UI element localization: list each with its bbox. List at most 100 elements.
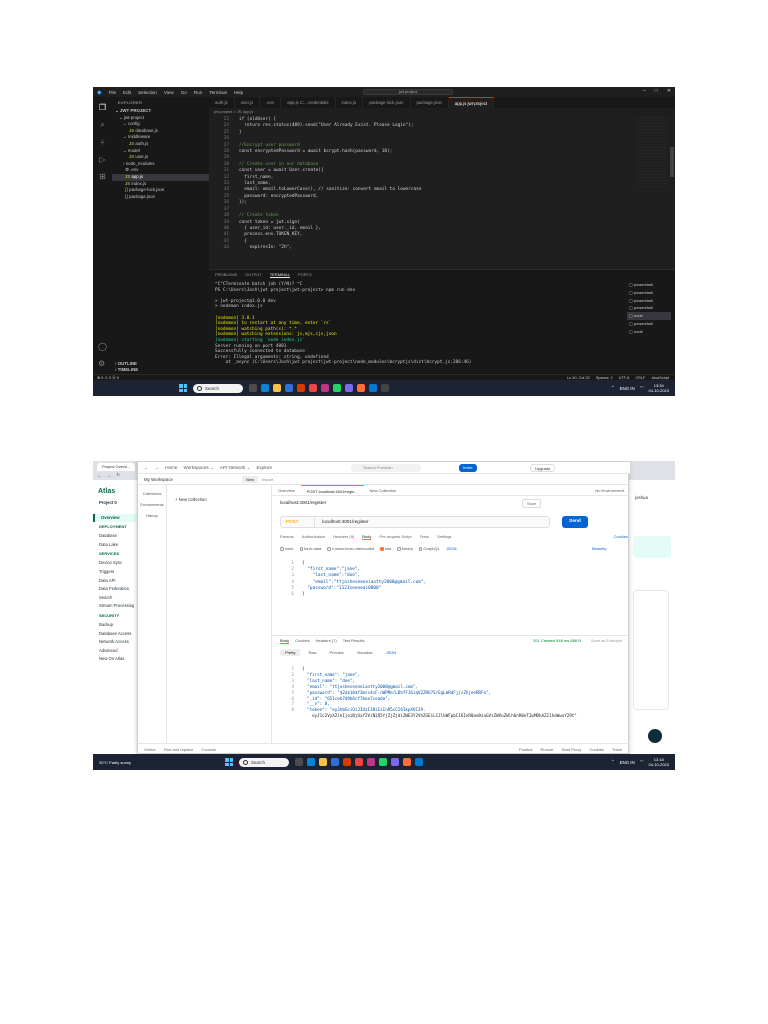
nav-api-network[interactable]: API Network ⌄	[220, 465, 251, 471]
body-none[interactable]: none	[280, 546, 294, 551]
timeline-section[interactable]: › TIMELINE	[112, 367, 209, 374]
menu-selection[interactable]: Selection	[138, 90, 157, 95]
postman-icon[interactable]	[357, 384, 365, 392]
close-icon[interactable]: ✕	[667, 88, 671, 94]
vscode-taskbar-icon[interactable]	[415, 758, 423, 766]
terminal-instance[interactable]: ▢ powershell	[627, 289, 671, 297]
res-tab-body[interactable]: Body	[280, 638, 290, 644]
atlas-nav-item[interactable]: Overview	[93, 513, 142, 523]
opt-authorization[interactable]: Authorization	[302, 534, 325, 540]
maximize-icon[interactable]: □	[655, 88, 658, 94]
tab-index[interactable]: index.js	[336, 97, 364, 108]
account-icon[interactable]: ◯	[98, 342, 107, 351]
tab-terminal[interactable]: TERMINAL	[269, 272, 290, 278]
command-center[interactable]: jwt project	[363, 89, 453, 95]
res-tab-headers[interactable]: Headers (7)	[316, 638, 337, 643]
terminal-instance[interactable]: ▢ powershell	[627, 297, 671, 305]
tree-file-database[interactable]: JS database.js	[112, 128, 209, 135]
tab-app-credentials[interactable]: app.js C:...credentials	[281, 97, 336, 108]
footer-start-proxy[interactable]: Start Proxy	[562, 747, 582, 752]
breadcrumb[interactable]: jwt-project > JS app.js	[209, 108, 253, 115]
menu-go[interactable]: Go	[181, 90, 187, 95]
save-button[interactable]: Save	[522, 499, 542, 508]
res-tab-cookies[interactable]: Cookies	[295, 638, 309, 643]
forward-icon[interactable]: →	[107, 473, 112, 478]
body-urlencoded[interactable]: x-www-form-urlencoded	[327, 546, 374, 551]
atlas-nav-item[interactable]: Database	[93, 532, 142, 541]
request-body-editor[interactable]: 1{2 "first_name":"jane", 3 "last_name":"d…	[280, 561, 426, 598]
extensions-icon[interactable]: ⊞	[99, 172, 106, 181]
tray-chevron-icon[interactable]: ⌃	[611, 759, 615, 765]
footer-find-replace[interactable]: Find and replace	[164, 747, 194, 752]
rail-collections[interactable]: Collections	[138, 485, 166, 496]
menu-terminal[interactable]: Terminal	[209, 90, 226, 95]
response-body[interactable]: 1{2 "first_name": "jane", 3 "last_name": …	[280, 666, 576, 719]
atlas-nav-item[interactable]: Triggers	[93, 568, 142, 577]
menu-help[interactable]: Help	[234, 90, 243, 95]
body-binary[interactable]: binary	[397, 546, 413, 551]
reload-icon[interactable]: ↻	[116, 472, 120, 478]
terminal-instance[interactable]: ▢ powershell	[627, 281, 671, 289]
terminal-icon[interactable]	[381, 384, 389, 392]
tree-folder-node-modules[interactable]: › node_modules	[112, 161, 209, 168]
editor-scrollbar[interactable]	[670, 147, 674, 177]
instagram-icon[interactable]	[321, 384, 329, 392]
invite-button[interactable]: Invite	[459, 464, 477, 472]
tab-problems[interactable]: PROBLEMS	[215, 272, 237, 278]
atlas-project[interactable]: Project 0	[93, 499, 142, 508]
tab-env[interactable]: .env	[260, 97, 282, 108]
wifi-icon[interactable]: ◠	[640, 385, 644, 391]
office-icon[interactable]	[297, 384, 305, 392]
clock[interactable]: 13:34 04-10-2023	[649, 383, 669, 393]
tree-file-index[interactable]: JS index.js	[112, 181, 209, 188]
cookies-link[interactable]: Cookies	[614, 534, 628, 540]
footer-console[interactable]: Console	[201, 747, 216, 752]
code-editor[interactable]: 23 24 25 26 27 28 29 30 31 32 33 34 35 36 37 38 39 40 41 42…	[209, 115, 675, 269]
file-explorer-icon[interactable]	[319, 758, 327, 766]
app-icon[interactable]	[391, 758, 399, 766]
gear-icon[interactable]: ⚙	[98, 359, 107, 368]
back-icon[interactable]: ←	[97, 473, 102, 478]
code-content[interactable]: if (oldUser) { return res.status(409).se…	[239, 117, 421, 252]
back-icon[interactable]: ←	[144, 465, 149, 470]
status-language[interactable]: JavaScript	[651, 376, 669, 380]
atlas-nav-item[interactable]: Network Access	[93, 638, 142, 647]
atlas-nav-item[interactable]: Device Sync	[93, 559, 142, 568]
atlas-logo[interactable]: Atlas	[93, 480, 142, 499]
chrome-icon[interactable]	[309, 384, 317, 392]
menu-view[interactable]: View	[164, 90, 174, 95]
footer-postbot[interactable]: Postbot	[519, 747, 533, 752]
tab-package[interactable]: package.json	[411, 97, 449, 108]
postman-search[interactable]: Search Postman	[351, 464, 421, 472]
terminal-instance[interactable]: ▢ powershell	[627, 304, 671, 312]
body-graphql[interactable]: GraphQL	[418, 546, 440, 551]
explorer-root[interactable]: ⌄ JWT PROJECT	[112, 108, 209, 115]
view-pretty[interactable]: Pretty	[280, 649, 301, 656]
body-raw[interactable]: raw	[380, 546, 391, 551]
vscode-taskbar-icon[interactable]	[369, 384, 377, 392]
opt-settings[interactable]: Settings	[437, 534, 451, 540]
wifi-icon[interactable]: ◠	[640, 759, 644, 765]
task-view-icon[interactable]	[295, 758, 303, 766]
explorer-icon[interactable]: ❐	[99, 103, 106, 112]
opt-body[interactable]: Body	[362, 534, 372, 540]
atlas-nav-item[interactable]: Data Federation	[93, 585, 142, 594]
atlas-nav-item[interactable]: Advanced	[93, 647, 142, 656]
status-position[interactable]: Ln 40, Col 22	[567, 376, 590, 380]
new-button[interactable]: New	[242, 476, 259, 483]
view-preview[interactable]: Preview	[324, 649, 348, 656]
language-indicator[interactable]: ENG IN	[620, 760, 635, 765]
tab-app-active[interactable]: app.js jwt-project	[448, 97, 495, 108]
taskbar-search-2[interactable]: Search	[239, 757, 289, 767]
menu-file[interactable]: File	[109, 90, 116, 95]
chrome-icon[interactable]	[355, 758, 363, 766]
footer-runner[interactable]: Runner	[541, 747, 554, 752]
footer-online[interactable]: Online	[144, 747, 156, 752]
opt-pre-request[interactable]: Pre-request Script	[379, 534, 411, 540]
tree-folder-config[interactable]: ⌄ config	[112, 121, 209, 128]
chat-button[interactable]	[648, 729, 662, 743]
atlas-user[interactable]: joshua	[635, 495, 648, 500]
source-control-icon[interactable]: ⑂	[100, 138, 105, 147]
edge-icon[interactable]	[261, 384, 269, 392]
atlas-nav-item[interactable]: Backup	[93, 621, 142, 630]
